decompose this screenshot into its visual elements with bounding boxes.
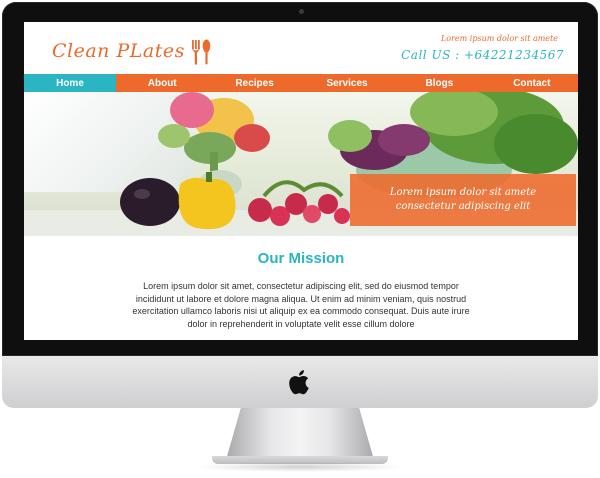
header-tagline: Lorem ipsum dolor sit amete	[440, 34, 558, 43]
mission-text: Lorem ipsum dolor sit amet, consectetur …	[132, 281, 470, 329]
site-header: Clean PLates Lorem ipsum dolor sit amete…	[24, 22, 578, 74]
stand-shadow	[196, 462, 404, 472]
fork-spoon-icon	[192, 39, 211, 65]
hero-caption-line-2: consectetur adipiscing elit	[395, 201, 531, 212]
nav-item-blogs[interactable]: Blogs	[393, 74, 485, 92]
website-screen: Clean PLates Lorem ipsum dolor sit amete…	[24, 22, 578, 340]
apple-logo-icon	[289, 370, 309, 395]
mission-title: Our Mission	[257, 250, 345, 267]
nav-item-recipes[interactable]: Recipes	[208, 74, 300, 92]
brand-logo-text[interactable]: Clean PLates	[52, 40, 185, 62]
nav-item-contact[interactable]: Contact	[486, 74, 578, 92]
monitor-stand	[226, 408, 374, 460]
call-us-phone[interactable]: Call US : +64221234567	[401, 48, 564, 62]
hero-banner: Lorem ipsum dolor sit amete consectetur …	[24, 92, 578, 236]
nav-item-services[interactable]: Services	[301, 74, 393, 92]
nav-item-about[interactable]: About	[116, 74, 208, 92]
nav-item-home[interactable]: Home	[24, 74, 116, 92]
webcam-dot	[299, 9, 304, 14]
hero-caption: Lorem ipsum dolor sit amete consectetur …	[350, 174, 576, 226]
main-nav: Home About Recipes Services Blogs Contac…	[24, 74, 578, 92]
hero-caption-line-1: Lorem ipsum dolor sit amete	[389, 187, 537, 198]
